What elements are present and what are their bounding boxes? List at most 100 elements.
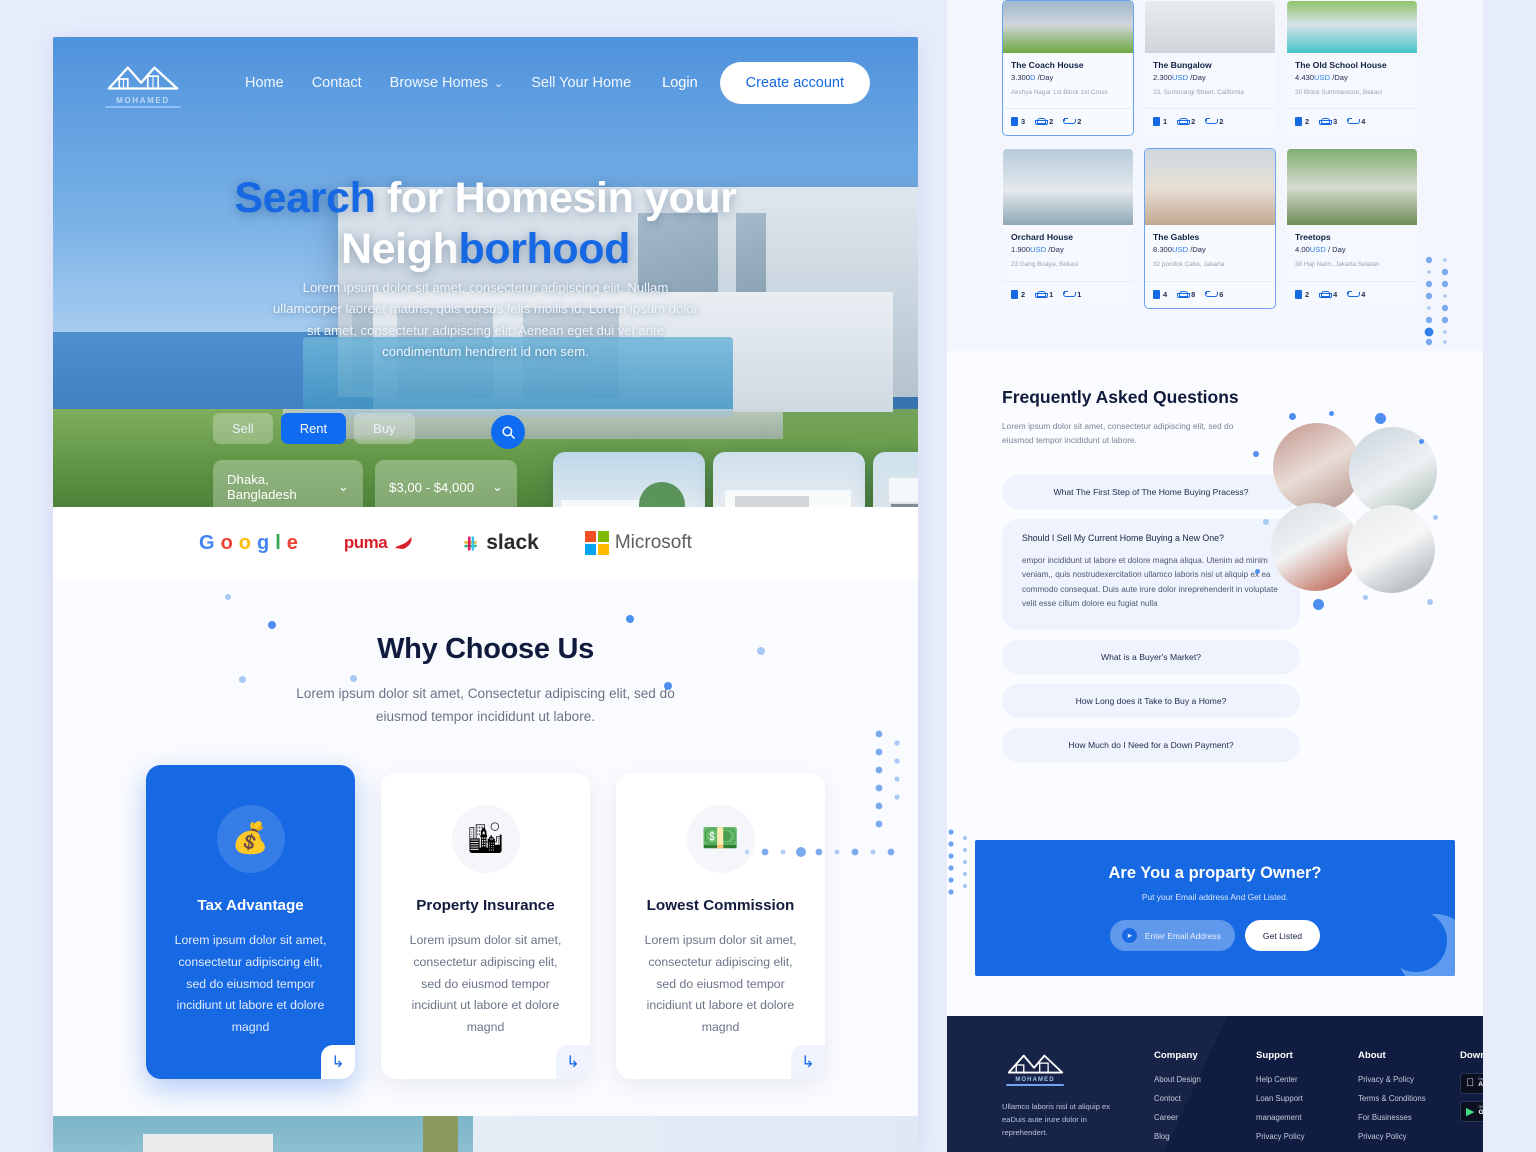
nav-item-home[interactable]: Home	[245, 75, 284, 91]
app-store-badge[interactable]:  Download on the App Store	[1460, 1072, 1483, 1094]
hero-property-card[interactable]	[873, 452, 918, 507]
property-price: 4.00USD / Day	[1295, 245, 1409, 254]
property-price-value: 8.300	[1153, 245, 1173, 255]
hero-property-card[interactable]	[553, 452, 705, 507]
tab-rent[interactable]: Rent	[280, 413, 347, 444]
money-buildings-hand-icon: 🏙	[451, 804, 520, 873]
logo-wordmark: MOHAMED	[116, 96, 170, 105]
footer-column-title: About	[1358, 1049, 1386, 1061]
faq-item-down-payment[interactable]: How Much do I Need for a Down Payment?	[1002, 727, 1300, 762]
hero-section: MOHAMED Home Contact Browse Homes ⌄ Sell…	[53, 37, 918, 507]
chevron-down-icon: ⌄	[493, 77, 504, 90]
hero-property-gallery	[553, 452, 918, 507]
footer-logo[interactable]: MOHAMED	[1002, 1050, 1068, 1086]
faq-section: Frequently Asked Questions Lorem ipsum d…	[947, 350, 1483, 812]
property-price-currency: USD	[1030, 245, 1047, 255]
footer-link[interactable]: For Businesses	[1358, 1113, 1434, 1122]
feature-card-arrow-icon[interactable]: ↳	[791, 1045, 825, 1080]
hero-property-card[interactable]	[713, 452, 865, 507]
google-play-badge[interactable]: ▶ GET IT ON Google Play	[1460, 1100, 1483, 1122]
microsoft-squares-icon	[584, 531, 609, 555]
property-photo	[1287, 1, 1417, 53]
tab-sell[interactable]: Sell	[213, 413, 273, 444]
faq-item-sell-current-home[interactable]: Should I Sell My Current Home Buying a N…	[1002, 518, 1300, 630]
property-card-the-gables[interactable]: The Gables 8.300USD /Day 32 pondok Cabe,…	[1144, 148, 1276, 309]
feature-card-arrow-icon[interactable]: ↳	[321, 1045, 355, 1080]
property-baths: 4	[1347, 290, 1365, 299]
search-filters: Dhaka, Bangladesh ⌄ $3,00 - $4,000 ⌄	[213, 460, 533, 507]
faq-item-first-step[interactable]: What The First Step of The Home Buying P…	[1002, 474, 1300, 509]
footer-link[interactable]: Terms & Conditions	[1358, 1094, 1434, 1103]
faq-item-buyers-market[interactable]: What is a Buyer's Market?	[1002, 639, 1300, 674]
property-card-orchard-house[interactable]: Orchard House 1.900USD /Day 23 Gang Buay…	[1002, 148, 1134, 309]
nav-item-browse-homes[interactable]: Browse Homes ⌄	[390, 75, 504, 91]
bath-icon	[1063, 118, 1077, 125]
logo-underline	[105, 106, 181, 108]
property-price-currency: USD	[1309, 245, 1326, 255]
faq-image-collage	[1253, 410, 1439, 610]
property-baths: 2	[1063, 117, 1081, 126]
footer-link[interactable]: Loan Support	[1256, 1094, 1332, 1103]
footer-column-company: Company About Design Contoct Career Blog	[1154, 1050, 1230, 1152]
hero-title: Search for Homesin your Neighborhood	[53, 173, 918, 274]
footer-link[interactable]: Privacy Policy	[1256, 1132, 1332, 1141]
property-meta: 2 4 4	[1287, 280, 1417, 308]
rooms-icon	[1153, 117, 1160, 127]
search-type-tabs: Sell Rent Buy	[213, 413, 533, 444]
hero-title-highlight-1: Search	[234, 174, 376, 222]
feature-card-tax-advantage[interactable]: 💰 Tax Advantage Lorem ipsum dolor sit am…	[146, 764, 355, 1080]
get-listed-button[interactable]: Get Listed	[1244, 920, 1321, 952]
search-submit-button[interactable]	[491, 415, 525, 449]
site-logo[interactable]: MOHAMED	[101, 60, 185, 108]
collage-photo-red-roof-house	[1271, 502, 1359, 591]
property-card-the-coach-house[interactable]: The Coach House 3.300D /Day Akshya Nagar…	[1002, 0, 1134, 137]
create-account-button[interactable]: Create account	[719, 62, 870, 104]
bed-icon	[1177, 118, 1191, 126]
listings-row: Orchard House 1.900USD /Day 23 Gang Buay…	[1002, 148, 1428, 309]
email-field[interactable]: ➤ Enter Email Address	[1109, 920, 1235, 952]
footer-link[interactable]: Privacy Policy	[1358, 1132, 1434, 1141]
hero-subtitle: Lorem ipsum dolor sit amet, consectetur …	[272, 280, 699, 360]
footer-link[interactable]: Contoct	[1154, 1094, 1230, 1103]
hero-title-highlight-2: borhood	[458, 224, 630, 273]
feature-card-arrow-icon[interactable]: ↳	[556, 1045, 590, 1080]
property-card-treetops[interactable]: Treetops 4.00USD / Day 38 Haji Naim, Jak…	[1286, 148, 1418, 309]
bath-icon	[1205, 118, 1219, 125]
nav-item-sell-your-home[interactable]: Sell Your Home	[531, 75, 631, 91]
location-select[interactable]: Dhaka, Bangladesh ⌄	[213, 460, 363, 507]
login-link[interactable]: Login	[662, 75, 697, 91]
brand-logo-slack-label: slack	[486, 531, 539, 554]
footer-link[interactable]: management	[1256, 1113, 1332, 1122]
property-price: 3.300D /Day	[1011, 73, 1125, 82]
price-range-select[interactable]: $3,00 - $4,000 ⌄	[375, 460, 517, 507]
property-name: The Gables	[1153, 232, 1200, 243]
search-icon	[501, 425, 515, 439]
nav-item-contact[interactable]: Contact	[312, 75, 362, 91]
property-price-period: / Day	[1327, 245, 1346, 255]
property-name: Treetops	[1295, 232, 1331, 243]
property-baths: 6	[1205, 290, 1223, 299]
property-price-period: /Day	[1048, 245, 1064, 255]
collage-photo-white-house	[1347, 504, 1435, 593]
hero-title-rest-1: for Homesin your	[375, 174, 737, 222]
faq-item-how-long[interactable]: How Long does it Take to Buy a Home?	[1002, 683, 1300, 718]
property-card-the-old-school-house[interactable]: The Old School House 4.430USD /Day 20 Bl…	[1286, 0, 1418, 137]
footer-link[interactable]: About Design	[1154, 1075, 1230, 1084]
footer-link[interactable]: Help Center	[1256, 1075, 1332, 1084]
footer-logo-wordmark: MOHAMED	[1015, 1076, 1055, 1083]
footer-column-support: Support Help Center Loan Support managem…	[1256, 1050, 1332, 1152]
feature-card-property-insurance[interactable]: 🏙 Property Insurance Lorem ipsum dolor s…	[381, 772, 590, 1080]
property-price-period: /Day	[1190, 245, 1206, 255]
footer-column-title: Support	[1256, 1049, 1293, 1061]
bed-icon	[1177, 290, 1191, 298]
footer-link[interactable]: Career	[1154, 1113, 1230, 1122]
property-photo	[1003, 1, 1133, 53]
property-card-the-bungalow[interactable]: The Bungalow 2.300USD /Day 33, Sumorangi…	[1144, 0, 1276, 137]
puma-cat-icon	[395, 537, 412, 549]
bath-icon	[1347, 290, 1361, 298]
feature-card-body: Lorem ipsum dolor sit amet, consectetur …	[409, 932, 562, 1035]
tab-buy[interactable]: Buy	[354, 413, 415, 444]
decorative-circle-cutout	[1385, 909, 1447, 972]
footer-link[interactable]: Privacy & Policy	[1358, 1075, 1434, 1084]
footer-link[interactable]: Blog	[1154, 1132, 1230, 1141]
